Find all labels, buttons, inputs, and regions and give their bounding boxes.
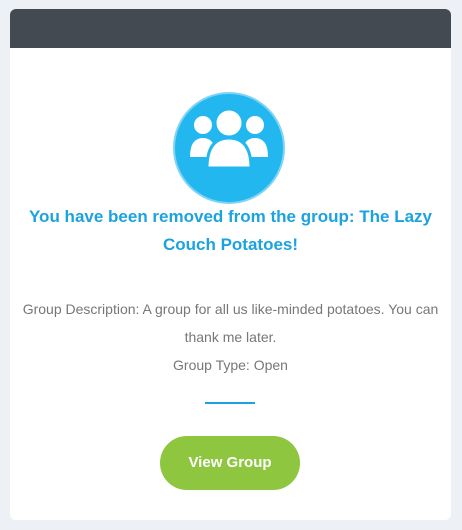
notification-card: You have been removed from the group: Th… xyxy=(10,9,451,520)
divider xyxy=(205,402,255,404)
removed-message-title: You have been removed from the group: Th… xyxy=(28,207,433,254)
card-header xyxy=(10,9,451,48)
group-icon xyxy=(175,94,283,202)
group-description: Group Description: A group for all us li… xyxy=(22,301,439,345)
group-details: Group Description: A group for all us li… xyxy=(10,295,451,379)
group-type: Group Type: Open xyxy=(173,357,288,373)
view-group-button[interactable]: View Group xyxy=(160,436,300,490)
